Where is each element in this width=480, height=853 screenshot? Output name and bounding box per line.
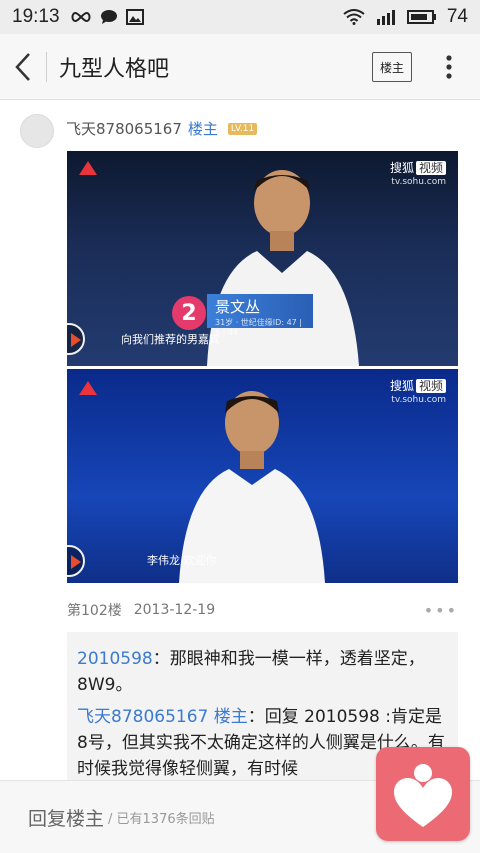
- video-brand: 搜狐: [389, 161, 414, 175]
- reply-username[interactable]: 飞天878065167 楼主: [77, 707, 248, 727]
- tv-station-logo-icon: [79, 161, 97, 175]
- status-bar: 19:13 74: [0, 0, 480, 34]
- level-badge: LV.11: [227, 122, 258, 135]
- more-button[interactable]: [438, 52, 460, 82]
- post-image-1[interactable]: 搜狐 视频 tv.sohu.com 2 景文丛 31岁 · 世纪佳缘ID: 47 …: [67, 151, 458, 366]
- chat-bubble-icon: [100, 10, 117, 24]
- owner-tag: 楼主: [187, 120, 218, 138]
- battery-icon: [406, 10, 436, 24]
- wifi-icon: [343, 9, 365, 25]
- battery-level: 74: [446, 6, 468, 27]
- video-brand: 搜狐: [389, 379, 414, 393]
- video-subtitle: 向我们推荐的男嘉宾: [121, 333, 220, 346]
- chevron-left-icon: [15, 52, 30, 81]
- floating-heart-button[interactable]: [376, 747, 470, 841]
- video-brand-box: 视频: [415, 379, 446, 393]
- page-title: 九型人格吧: [59, 56, 170, 82]
- video-watermark: 搜狐 视频 tv.sohu.com: [390, 377, 446, 405]
- video-subtitle: 李伟龙 欢迎你: [147, 554, 217, 567]
- post-date: 2013-12-19: [133, 602, 216, 618]
- video-url: tv.sohu.com: [391, 177, 446, 187]
- video-brand-box: 视频: [415, 161, 446, 175]
- tv-station-logo-icon: [79, 381, 97, 395]
- post-author-line: 飞天878065167 楼主 LV.11: [66, 118, 258, 139]
- author-username[interactable]: 飞天878065167: [66, 118, 182, 139]
- top-nav-bar: 九型人格吧 楼主: [0, 34, 480, 100]
- header-divider: [46, 51, 47, 82]
- heart-icon: [394, 764, 452, 827]
- list-item[interactable]: 2010598：那眼神和我一模一样，透着坚定，8W9。: [77, 646, 448, 698]
- back-button[interactable]: [0, 34, 46, 100]
- more-vertical-icon: [446, 55, 452, 79]
- gallery-icon: [125, 9, 144, 25]
- post-image-2[interactable]: 搜狐 视频 tv.sohu.com 李伟龙 欢迎你: [67, 369, 458, 583]
- floor-number: 第102楼: [67, 603, 122, 619]
- contestant-name-plate: 景文丛 31岁 · 世纪佳缘ID: 47 | 6 | 44: [207, 294, 313, 337]
- more-dots-icon[interactable]: •••: [424, 601, 458, 620]
- only-owner-button[interactable]: 楼主: [372, 52, 412, 82]
- reply-op-button[interactable]: 回复楼主: [28, 804, 104, 831]
- play-button[interactable]: [67, 323, 85, 355]
- status-time: 19:13: [12, 6, 60, 27]
- video-url: tv.sohu.com: [391, 395, 446, 405]
- floor-info: 第102楼 2013-12-19 •••: [67, 600, 458, 620]
- signal-icon: [376, 10, 395, 25]
- infinity-icon: [71, 11, 91, 23]
- play-button[interactable]: [67, 545, 85, 577]
- contestant-info: 31岁 · 世纪佳缘ID: 47 | 6 | 44: [215, 318, 302, 337]
- reply-count: / 已有1376条回贴: [108, 811, 215, 827]
- video-watermark: 搜狐 视频 tv.sohu.com: [390, 159, 446, 187]
- avatar[interactable]: [20, 114, 54, 148]
- contestant-number-badge: 2: [172, 296, 206, 330]
- contestant-name: 景文丛: [215, 298, 261, 316]
- reply-username[interactable]: 2010598: [77, 649, 153, 669]
